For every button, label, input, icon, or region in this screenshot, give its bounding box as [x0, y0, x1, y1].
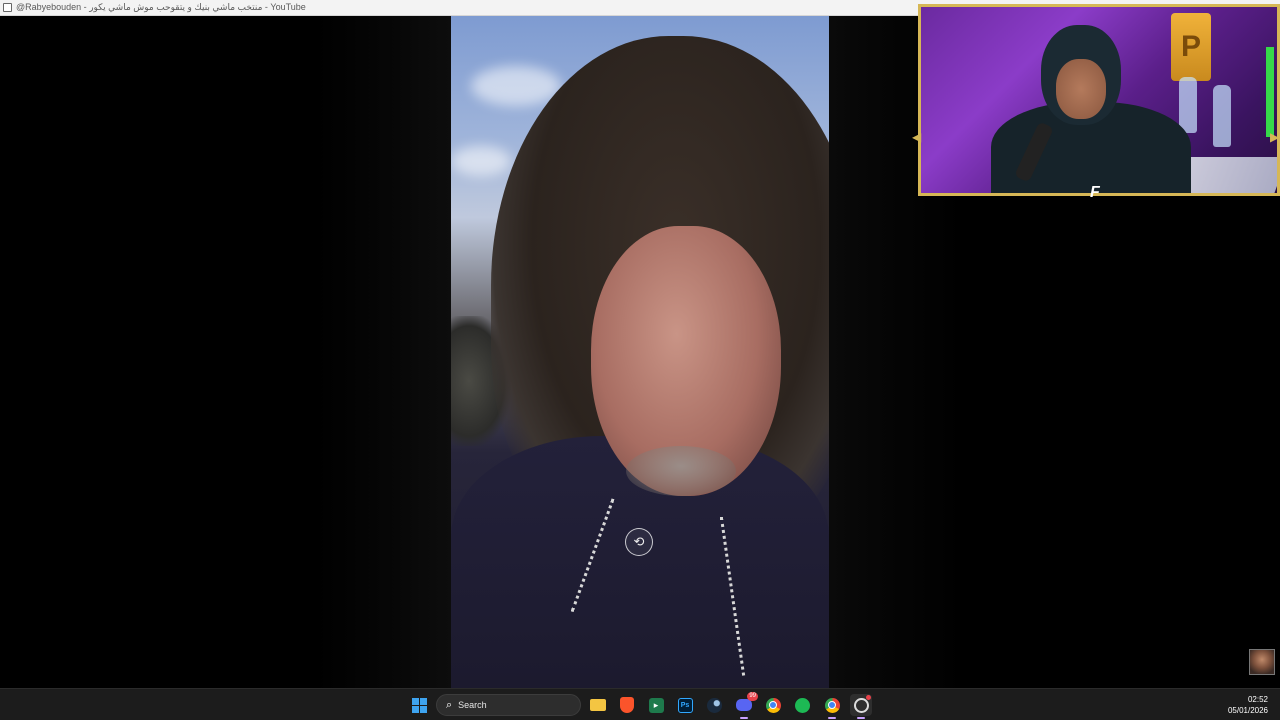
app-button-green[interactable]: ▸ [645, 694, 667, 716]
ea-fc-logo: F [1090, 184, 1100, 201]
green-led-strip [1266, 47, 1274, 137]
recording-dot-icon [866, 695, 871, 700]
active-indicator [857, 717, 865, 719]
photoshop-icon: Ps [677, 697, 693, 713]
arrow-app-icon: ▸ [648, 697, 664, 713]
screen-record-icon[interactable]: ⟲ [625, 528, 653, 556]
chrome-icon [765, 697, 781, 713]
obs-icon [853, 697, 869, 713]
chevron-right-icon: ▶ [1270, 130, 1280, 144]
sky-cloud [451, 146, 511, 176]
window-title: @Rabyebouden - منتخب ماشي بنيك و يتقوحب … [16, 2, 306, 12]
windows-taskbar: ⌕ Search ▸ Ps 99 02:52 05/01/2026 [0, 688, 1280, 720]
chrome-profile-button[interactable] [821, 694, 843, 719]
chrome-icon [824, 697, 840, 713]
app-window-icon [3, 3, 12, 12]
beard [626, 446, 736, 496]
poster-p-logo: P [1171, 13, 1211, 81]
brave-button[interactable] [616, 694, 638, 716]
active-indicator [740, 717, 748, 719]
discord-button[interactable]: 99 [733, 692, 758, 719]
streamer-webcam-overlay: P [918, 4, 1280, 196]
chevron-left-icon: ◀ [912, 130, 922, 144]
clock-date: 05/01/2026 [1227, 706, 1268, 715]
steam-button[interactable] [703, 694, 725, 716]
discord-notification-badge: 99 [747, 692, 758, 701]
start-button[interactable] [408, 694, 430, 716]
search-icon: ⌕ [446, 698, 453, 711]
streamer-face [1056, 59, 1106, 119]
channel-avatar[interactable] [1249, 649, 1275, 675]
vertical-video-frame[interactable] [451, 16, 829, 688]
windows-logo-icon [411, 697, 427, 713]
brave-lion-icon [620, 697, 634, 713]
spotify-button[interactable] [791, 694, 813, 716]
letterbox-left [0, 16, 451, 688]
obs-button[interactable] [850, 694, 872, 719]
chrome-button[interactable] [762, 694, 784, 716]
search-label: Search [458, 700, 487, 710]
steam-icon [706, 697, 722, 713]
active-indicator [828, 717, 836, 719]
spotify-icon [794, 697, 810, 713]
file-explorer-button[interactable] [587, 694, 609, 716]
photoshop-button[interactable]: Ps [674, 694, 696, 716]
system-clock[interactable]: 02:52 05/01/2026 [1228, 694, 1268, 716]
clock-time: 02:52 [1247, 695, 1268, 704]
folder-icon [590, 699, 606, 711]
water-bottle [1179, 77, 1197, 133]
sky-cloud [471, 66, 561, 106]
water-bottle [1213, 85, 1231, 147]
taskbar-search-box[interactable]: ⌕ Search [436, 694, 581, 716]
